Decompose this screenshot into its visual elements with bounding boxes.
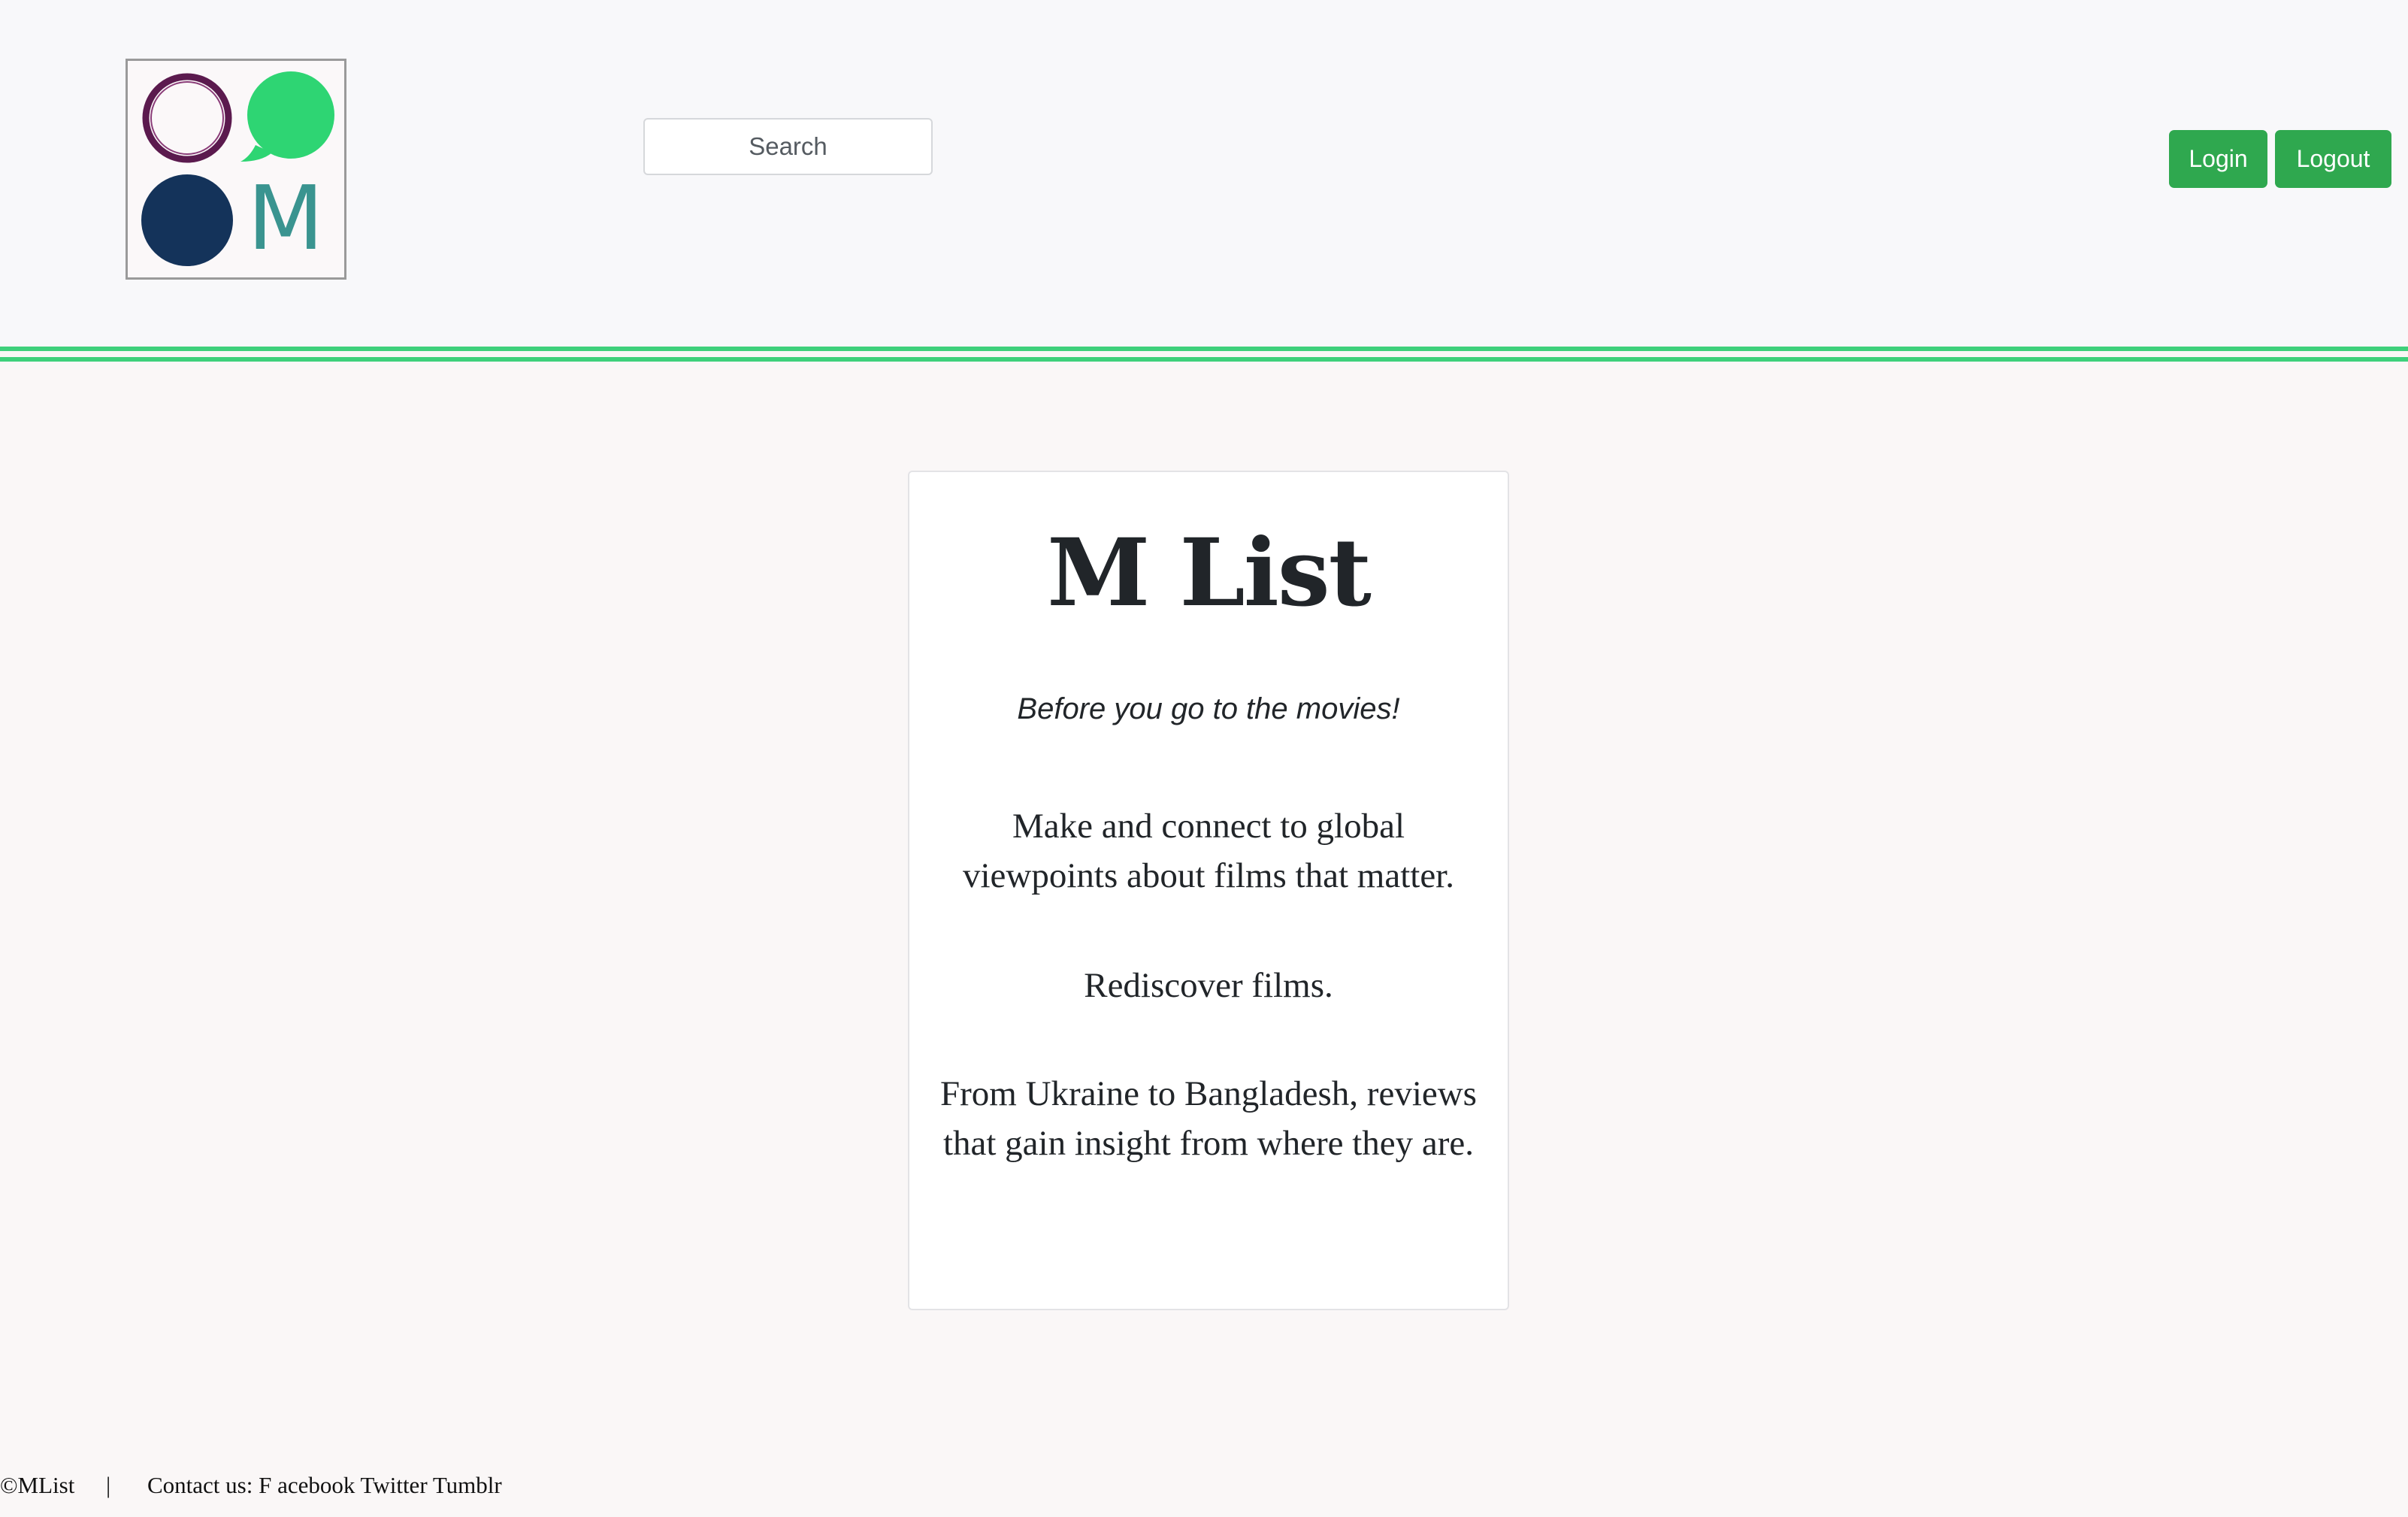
login-button[interactable]: Login — [2169, 130, 2267, 188]
intro-card: M List Before you go to the movies! Make… — [908, 471, 1509, 1310]
logo-icon: M — [141, 71, 334, 270]
tagline: Before you go to the movies! — [1017, 692, 1400, 725]
site-footer: ©MList | Contact us: F acebook Twitter T… — [0, 1470, 902, 1501]
logo-bubble — [247, 71, 334, 159]
intro-paragraph-connect: Make and connect to global viewpoints ab… — [963, 807, 1454, 895]
logo-ring-inner — [150, 81, 224, 155]
intro-paragraph-rediscover: Rediscover films. — [1084, 966, 1333, 1005]
page-title: M List — [1047, 519, 1372, 628]
header-divider-top — [0, 347, 2408, 351]
logo-letter: M — [247, 166, 324, 270]
logo-ring — [142, 73, 232, 163]
footer-copyright: ©MList — [0, 1472, 75, 1498]
logo-dot — [141, 174, 233, 266]
site-header: M Login Logout — [0, 0, 2408, 346]
footer-separator: | — [106, 1472, 111, 1498]
site-logo[interactable]: M — [126, 59, 346, 280]
intro-paragraph-global: From Ukraine to Bangladesh, reviews that… — [940, 1074, 1477, 1163]
search-input[interactable] — [643, 118, 933, 175]
logout-button[interactable]: Logout — [2275, 130, 2391, 188]
footer-contact-links[interactable]: Contact us: F acebook Twitter Tumblr — [147, 1470, 502, 1501]
header-divider-bottom — [0, 357, 2408, 362]
